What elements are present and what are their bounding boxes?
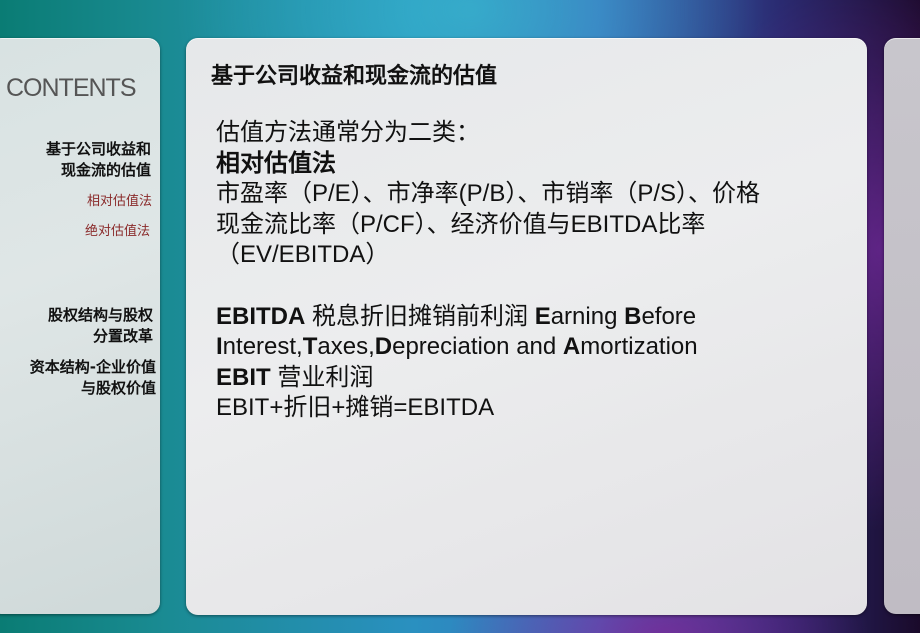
nav-item-line: 与股权价值 xyxy=(80,379,156,397)
ebitda-formula: EBIT+折旧+摊销=EBITDA xyxy=(216,394,495,421)
nav-item-line: 分置改革 xyxy=(92,327,153,345)
ebit-definition: EBIT 营业利润 xyxy=(216,363,374,391)
nav-item-line: 基于公司收益和 xyxy=(45,140,151,158)
ebitda-definition: EBITDA 税息折旧摊销前利润 Earning Before xyxy=(216,302,697,330)
method-heading: 相对估值法 xyxy=(216,149,336,177)
nav-item-relative-valuation[interactable]: 相对估值法 xyxy=(0,190,152,209)
ratios-line: （EV/EBITDA） xyxy=(216,241,390,268)
nav-item-line: 现金流的估值 xyxy=(60,161,151,179)
nav-item-capital-structure[interactable]: 资本结构-企业价值 与股权价值 xyxy=(0,357,156,399)
nav-item-line: 股权结构与股权 xyxy=(47,306,153,324)
nav-item-earnings-cashflow-valuation[interactable]: 基于公司收益和 现金流的估值 xyxy=(0,139,151,181)
intro-text: 估值方法通常分为二类： xyxy=(216,119,480,146)
nav-item-absolute-valuation[interactable]: 绝对估值法 xyxy=(0,220,150,239)
nav-item-equity-structure[interactable]: 股权结构与股权 分置改革 xyxy=(0,305,153,347)
next-slide-panel xyxy=(884,38,920,614)
ratios-line: 市盈率（P/E）、市净率(P/B）、市销率（P/S）、价格 xyxy=(216,180,761,207)
contents-heading: CONTENTS xyxy=(6,74,136,102)
ebitda-definition-cont: Interest,Taxes,Depreciation and Amortiza… xyxy=(216,333,698,360)
nav-item-line: 资本结构-企业价值 xyxy=(29,358,156,376)
ratios-line: 现金流比率（P/CF）、经济价值与EBITDA比率 xyxy=(216,210,706,238)
slide-title: 基于公司收益和现金流的估值 xyxy=(211,64,498,89)
slide-body: 估值方法通常分为二类： 相对估值法 市盈率（P/E）、市净率(P/B）、市销率（… xyxy=(216,118,856,424)
